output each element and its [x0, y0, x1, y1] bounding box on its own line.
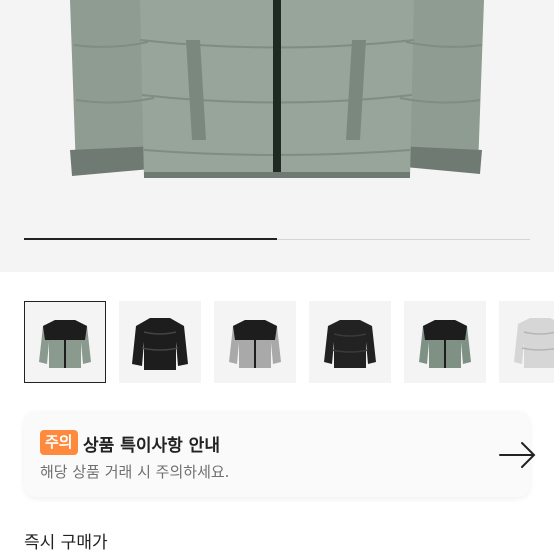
gallery-progress-fill	[24, 238, 277, 240]
product-main-image[interactable]	[0, 0, 554, 272]
thumbnail-5[interactable]	[404, 301, 486, 383]
jacket-image	[70, 0, 484, 178]
zipper	[273, 0, 281, 178]
instant-buy-price-label: 즉시 구매가	[24, 533, 108, 553]
caution-badge: 주의	[40, 430, 78, 455]
arrow-right-icon[interactable]	[498, 441, 538, 473]
thumbnail-6[interactable]	[499, 301, 554, 383]
thumbnail-strip	[24, 301, 554, 383]
black-matte-jacket-thumb-icon	[324, 320, 376, 368]
grey-jacket-thumb-icon	[229, 320, 281, 368]
product-notice-card[interactable]: 주의 상품 특이사항 안내 해당 상품 거래 시 주의하세요.	[24, 411, 536, 497]
notice-title: 상품 특이사항 안내	[83, 436, 220, 456]
gallery-progress-track	[24, 238, 530, 240]
green-jacket-thumb-icon	[39, 320, 91, 368]
thumbnail-1[interactable]	[24, 301, 106, 383]
black-glossy-jacket-thumb-icon	[132, 318, 188, 370]
notice-description: 해당 상품 거래 시 주의하세요.	[40, 463, 230, 481]
thumbnail-2[interactable]	[119, 301, 201, 383]
thumbnail-3[interactable]	[214, 301, 296, 383]
green-jacket-alt-thumb-icon	[419, 320, 471, 368]
silver-jacket-thumb-icon	[514, 318, 554, 368]
thumbnail-4[interactable]	[309, 301, 391, 383]
